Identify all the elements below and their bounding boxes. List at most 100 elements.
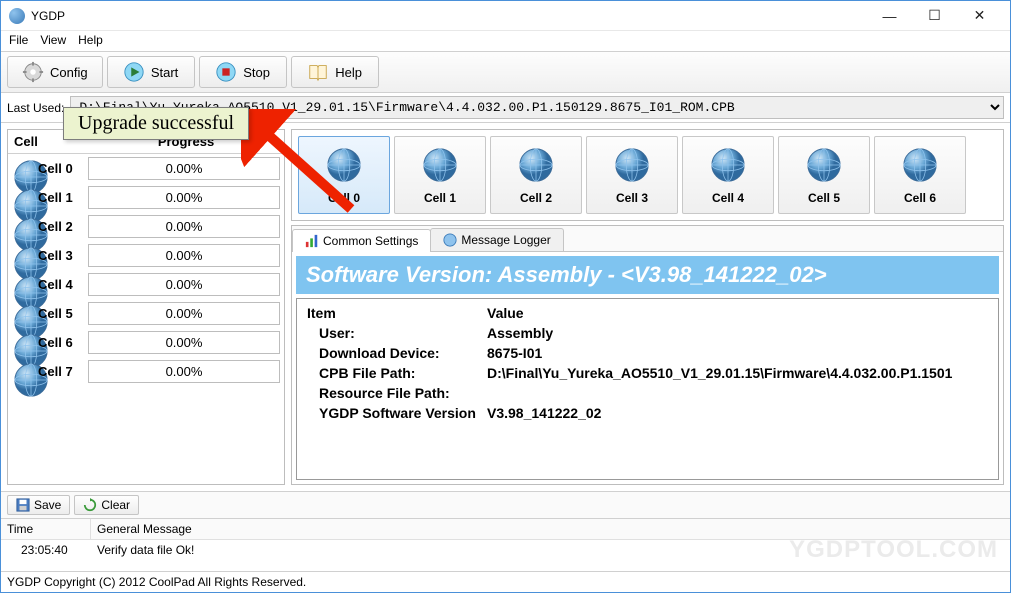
settings-value: V3.98_141222_02 (483, 403, 992, 423)
lastused-label: Last Used: (7, 101, 64, 115)
disk-icon (16, 498, 30, 512)
globe-icon (12, 303, 34, 325)
progress-row: Cell 6 0.00% (8, 328, 284, 357)
cell-card-label: Cell 2 (520, 191, 552, 205)
progress-row: Cell 4 0.00% (8, 270, 284, 299)
software-version-banner: Software Version: Assembly - <V3.98_1412… (296, 256, 999, 294)
progress-value: 0.00% (88, 273, 280, 296)
progress-row: Cell 7 0.00% (8, 357, 284, 386)
cell-card-label: Cell 6 (904, 191, 936, 205)
globe-icon (421, 146, 459, 187)
app-icon (9, 8, 25, 24)
cell-card-label: Cell 3 (616, 191, 648, 205)
settings-key: Resource File Path: (303, 383, 483, 403)
globe-icon (12, 187, 34, 209)
refresh-icon (83, 498, 97, 512)
help-button[interactable]: Help (291, 56, 379, 88)
menu-help[interactable]: Help (78, 33, 103, 47)
stop-button[interactable]: Stop (199, 56, 287, 88)
globe-icon (12, 361, 34, 383)
settings-value (483, 383, 992, 403)
stop-icon (215, 61, 237, 83)
upgrade-tooltip: Upgrade successful (63, 107, 249, 140)
tab-common-settings[interactable]: Common Settings (292, 229, 431, 252)
settings-col-value: Value (483, 303, 992, 323)
cell-card[interactable]: Cell 1 (394, 136, 486, 214)
config-button[interactable]: Config (7, 56, 103, 88)
window-title: YGDP (31, 9, 867, 23)
log-toolbar: Save Clear (1, 491, 1010, 519)
settings-key: CPB File Path: (303, 363, 483, 383)
tabs-panel: Common Settings Message Logger Software … (291, 225, 1004, 485)
globe-icon (517, 146, 555, 187)
log-time: 23:05:40 (19, 540, 91, 560)
book-icon (307, 61, 329, 83)
cell-card[interactable]: Cell 3 (586, 136, 678, 214)
settings-row: CPB File Path:D:\Final\Yu_Yureka_AO5510_… (303, 363, 992, 383)
clear-button[interactable]: Clear (74, 495, 139, 515)
maximize-button[interactable]: ☐ (912, 2, 957, 30)
progress-value: 0.00% (88, 360, 280, 383)
settings-row: Download Device:8675-I01 (303, 343, 992, 363)
globe-icon (12, 158, 34, 180)
globe-icon (709, 146, 747, 187)
settings-key: YGDP Software Version (303, 403, 483, 423)
titlebar: YGDP — ☐ ✕ (1, 1, 1010, 31)
globe-icon (805, 146, 843, 187)
cell-name: Cell 0 (38, 161, 88, 176)
cell-name: Cell 1 (38, 190, 88, 205)
settings-row: Resource File Path: (303, 383, 992, 403)
progress-row: Cell 5 0.00% (8, 299, 284, 328)
cell-card[interactable]: Cell 5 (778, 136, 870, 214)
settings-key: Download Device: (303, 343, 483, 363)
play-icon (123, 61, 145, 83)
statusbar: YGDP Copyright (C) 2012 CoolPad All Righ… (1, 571, 1010, 592)
close-button[interactable]: ✕ (957, 2, 1002, 30)
settings-col-item: Item (303, 303, 483, 323)
log-col-time: Time (1, 519, 91, 539)
cell-name: Cell 2 (38, 219, 88, 234)
settings-row: User:Assembly (303, 323, 992, 343)
globe-icon (12, 245, 34, 267)
start-button[interactable]: Start (107, 56, 195, 88)
cell-card-label: Cell 4 (712, 191, 744, 205)
globe-icon (901, 146, 939, 187)
settings-value: Assembly (483, 323, 992, 343)
globe-icon (12, 274, 34, 296)
watermark: YGDPTOOL.COM (789, 536, 998, 564)
cell-card-label: Cell 5 (808, 191, 840, 205)
globe-icon (12, 332, 34, 354)
progress-value: 0.00% (88, 331, 280, 354)
cell-name: Cell 7 (38, 364, 88, 379)
cell-card[interactable]: Cell 6 (874, 136, 966, 214)
cell-name: Cell 4 (38, 277, 88, 292)
progress-value: 0.00% (88, 244, 280, 267)
settings-value: 8675-I01 (483, 343, 992, 363)
menubar: File View Help (1, 31, 1010, 51)
cell-strip: Cell 0 Cell 1 Cell 2 Cell 3 Cell 4 Cell (291, 129, 1004, 221)
cell-name: Cell 6 (38, 335, 88, 350)
globe-small-icon (443, 233, 457, 247)
annotation-arrow (241, 109, 361, 229)
save-button[interactable]: Save (7, 495, 70, 515)
progress-row: Cell 3 0.00% (8, 241, 284, 270)
settings-table: Item Value User:AssemblyDownload Device:… (296, 298, 999, 480)
settings-key: User: (303, 323, 483, 343)
cell-card-label: Cell 1 (424, 191, 456, 205)
gear-icon (22, 61, 44, 83)
settings-value: D:\Final\Yu_Yureka_AO5510_V1_29.01.15\Fi… (483, 363, 992, 383)
tab-message-logger[interactable]: Message Logger (430, 228, 563, 251)
progress-value: 0.00% (88, 302, 280, 325)
menu-file[interactable]: File (9, 33, 28, 47)
chart-icon (305, 234, 319, 248)
cell-name: Cell 5 (38, 306, 88, 321)
cell-card[interactable]: Cell 4 (682, 136, 774, 214)
toolbar: Config Start Stop Help (1, 51, 1010, 93)
minimize-button[interactable]: — (867, 2, 912, 30)
globe-icon (12, 216, 34, 238)
cell-card[interactable]: Cell 2 (490, 136, 582, 214)
cell-name: Cell 3 (38, 248, 88, 263)
menu-view[interactable]: View (40, 33, 66, 47)
settings-row: YGDP Software VersionV3.98_141222_02 (303, 403, 992, 423)
globe-icon (613, 146, 651, 187)
